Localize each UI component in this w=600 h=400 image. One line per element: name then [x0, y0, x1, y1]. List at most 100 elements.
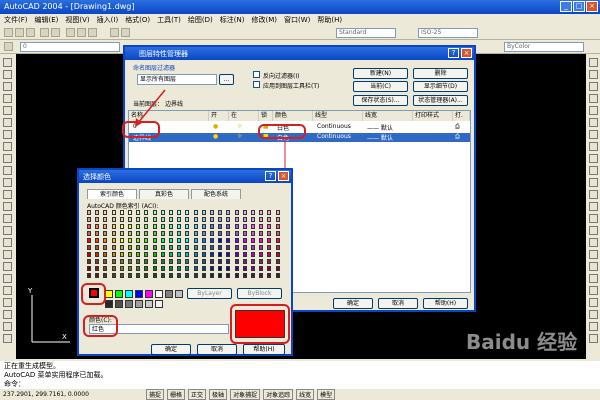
- color-swatch[interactable]: [251, 217, 255, 222]
- color-swatch[interactable]: [128, 252, 132, 257]
- color-swatch[interactable]: [210, 210, 214, 215]
- color-swatch[interactable]: [177, 259, 182, 264]
- color-swatch[interactable]: [234, 238, 239, 243]
- color-swatch[interactable]: [136, 273, 141, 278]
- color-swatch[interactable]: [111, 238, 116, 243]
- color-swatch[interactable]: [275, 273, 280, 278]
- color-swatch[interactable]: [95, 224, 100, 229]
- color-swatch[interactable]: [275, 245, 280, 250]
- color-swatch[interactable]: [128, 224, 132, 229]
- byblock-button[interactable]: ByBlock: [237, 288, 282, 299]
- color-swatch[interactable]: [185, 266, 190, 271]
- color-swatch[interactable]: [144, 224, 149, 229]
- color-swatch[interactable]: [103, 217, 108, 222]
- color-swatch[interactable]: [128, 238, 132, 243]
- gray-swatch[interactable]: [135, 300, 143, 308]
- color-swatch[interactable]: [275, 252, 280, 257]
- color-swatch[interactable]: [119, 266, 124, 271]
- color-swatch[interactable]: [251, 259, 255, 264]
- color-swatch[interactable]: [267, 238, 272, 243]
- color-swatch[interactable]: [152, 273, 157, 278]
- color-swatch[interactable]: [275, 231, 280, 236]
- color-swatch[interactable]: [119, 224, 124, 229]
- color-swatch[interactable]: [152, 252, 157, 257]
- cancel-button[interactable]: 取消: [197, 344, 237, 355]
- color-swatch[interactable]: [210, 217, 214, 222]
- color-swatch[interactable]: [259, 273, 264, 278]
- color-swatch[interactable]: [119, 252, 124, 257]
- aci-palette[interactable]: [87, 210, 285, 282]
- color-swatch[interactable]: [251, 210, 255, 215]
- color-swatch[interactable]: [210, 273, 214, 278]
- color-swatch[interactable]: [103, 273, 108, 278]
- color-swatch[interactable]: [210, 245, 214, 250]
- gray-swatch[interactable]: [155, 300, 163, 308]
- color-swatch[interactable]: [144, 259, 149, 264]
- color-swatch[interactable]: [193, 217, 198, 222]
- color-swatch[interactable]: [242, 273, 247, 278]
- color-swatch[interactable]: [251, 245, 255, 250]
- color-swatch[interactable]: [193, 210, 198, 215]
- color-swatch[interactable]: [275, 259, 280, 264]
- color-swatch[interactable]: [226, 259, 231, 264]
- color-swatch[interactable]: [218, 224, 223, 229]
- color-swatch[interactable]: [185, 224, 190, 229]
- color-swatch[interactable]: [103, 231, 108, 236]
- color-swatch[interactable]: [185, 210, 190, 215]
- color-swatch[interactable]: [259, 224, 264, 229]
- help-icon[interactable]: ?: [265, 171, 276, 181]
- color-swatch[interactable]: [185, 273, 190, 278]
- color-swatch[interactable]: [193, 266, 198, 271]
- color-swatch[interactable]: [144, 231, 149, 236]
- standard-color-swatch[interactable]: [125, 290, 133, 298]
- color-swatch[interactable]: [160, 273, 165, 278]
- color-swatch[interactable]: [267, 224, 272, 229]
- color-swatch[interactable]: [87, 245, 91, 250]
- color-swatch[interactable]: [111, 259, 116, 264]
- color-swatch[interactable]: [111, 224, 116, 229]
- color-swatch[interactable]: [234, 259, 239, 264]
- color-swatch[interactable]: [152, 266, 157, 271]
- color-swatch[interactable]: [259, 238, 264, 243]
- color-swatch[interactable]: [226, 224, 231, 229]
- color-swatch[interactable]: [185, 252, 190, 257]
- color-swatch[interactable]: [242, 245, 247, 250]
- color-swatch[interactable]: [136, 217, 141, 222]
- color-swatch[interactable]: [160, 217, 165, 222]
- color-swatch[interactable]: [242, 266, 247, 271]
- help-button[interactable]: 帮助(H): [243, 344, 285, 355]
- color-swatch[interactable]: [201, 252, 206, 257]
- color-swatch[interactable]: [128, 266, 132, 271]
- color-swatch[interactable]: [218, 217, 223, 222]
- color-swatch[interactable]: [111, 252, 116, 257]
- close-icon[interactable]: ×: [278, 171, 289, 181]
- color-swatch[interactable]: [144, 266, 149, 271]
- color-swatch[interactable]: [160, 266, 165, 271]
- color-swatch[interactable]: [87, 238, 91, 243]
- tab-color-books[interactable]: 配色系统: [191, 189, 241, 199]
- color-swatch[interactable]: [119, 259, 124, 264]
- color-swatch[interactable]: [210, 224, 214, 229]
- color-swatch[interactable]: [136, 252, 141, 257]
- color-swatch[interactable]: [169, 231, 173, 236]
- color-swatch[interactable]: [111, 266, 116, 271]
- standard-color-swatch[interactable]: [165, 290, 173, 298]
- color-swatch[interactable]: [103, 259, 108, 264]
- color-swatch[interactable]: [119, 217, 124, 222]
- color-swatch[interactable]: [267, 259, 272, 264]
- color-swatch[interactable]: [119, 273, 124, 278]
- color-swatch[interactable]: [267, 273, 272, 278]
- color-swatch[interactable]: [242, 252, 247, 257]
- color-swatch[interactable]: [144, 252, 149, 257]
- color-swatch[interactable]: [111, 231, 116, 236]
- color-swatch[interactable]: [177, 252, 182, 257]
- color-swatch[interactable]: [218, 252, 223, 257]
- color-swatch[interactable]: [144, 217, 149, 222]
- color-swatch[interactable]: [111, 210, 116, 215]
- color-swatch[interactable]: [259, 217, 264, 222]
- tab-true-color[interactable]: 真彩色: [139, 189, 189, 199]
- color-swatch[interactable]: [144, 273, 149, 278]
- color-swatch[interactable]: [201, 266, 206, 271]
- color-swatch[interactable]: [251, 224, 255, 229]
- color-swatch[interactable]: [87, 273, 91, 278]
